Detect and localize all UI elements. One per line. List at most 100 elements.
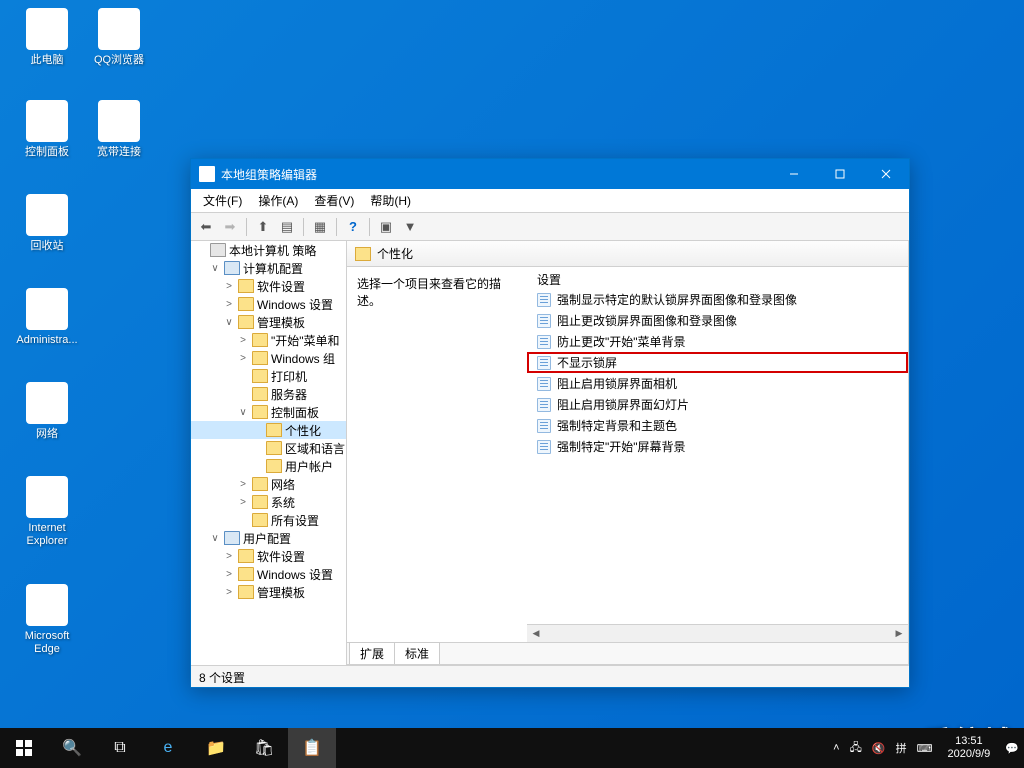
tab-standard[interactable]: 标准 [394,642,440,664]
setting-item[interactable]: 阻止启用锁屏界面幻灯片 [527,394,908,415]
setting-label: 强制特定"开始"屏幕背景 [557,438,686,455]
tree-item[interactable]: > Windows 组 [191,349,346,367]
menu-action[interactable]: 操作(A) [250,189,306,212]
tree-item[interactable]: >网络 [191,475,346,493]
desktop-icon-broadband[interactable]: 宽带连接 [84,100,154,159]
setting-item[interactable]: 不显示锁屏 [527,352,908,373]
setting-item[interactable]: 阻止更改锁屏界面图像和登录图像 [527,310,908,331]
tree-toggle-icon[interactable]: > [237,353,249,364]
forward-button[interactable]: ➡ [219,216,241,238]
filter-button[interactable]: ▣ [375,216,397,238]
tray-chevron-icon[interactable]: ˄ [828,742,844,754]
tray-network-icon[interactable]: 🖧 [845,739,867,758]
show-hide-tree-button[interactable]: ▤ [276,216,298,238]
tree-item[interactable]: ∨控制面板 [191,403,346,421]
network-icon [26,382,68,424]
tree-toggle-icon[interactable]: > [223,587,235,598]
policy-icon [537,314,551,328]
tree-toggle-icon[interactable]: ∨ [209,533,221,544]
desktop-icon-edge[interactable]: MicrosoftEdge [12,584,82,656]
tree-item[interactable]: 个性化 [191,421,346,439]
tree-item[interactable]: 所有设置 [191,511,346,529]
action-center-icon[interactable]: 💬 [1000,742,1024,755]
desktop-icon-label: 回收站 [12,240,82,253]
menu-help[interactable]: 帮助(H) [362,189,419,212]
tray-ime-icon[interactable]: 拼 [891,740,912,756]
settings-column-header[interactable]: 设置 [527,267,908,289]
setting-item[interactable]: 强制特定背景和主题色 [527,415,908,436]
tree-item-label: Windows 组 [271,350,335,367]
horizontal-scrollbar[interactable]: ◀ ▶ [527,624,908,642]
funnel-button[interactable]: ▼ [399,216,421,238]
taskbar-explorer[interactable]: 📁 [192,728,240,768]
tree-pane[interactable]: 本地计算机 策略∨计算机配置>软件设置>Windows 设置∨管理模板>"开始"… [191,241,347,665]
tree-item[interactable]: ∨用户配置 [191,529,346,547]
tree-toggle-icon[interactable]: > [237,497,249,508]
folder-icon [238,279,254,293]
policy-icon [537,419,551,433]
scroll-right-icon[interactable]: ▶ [890,626,908,642]
tree-item[interactable]: >软件设置 [191,277,346,295]
tree-toggle-icon[interactable]: > [237,335,249,346]
properties-button[interactable]: ▦ [309,216,331,238]
tree-item[interactable]: 打印机 [191,367,346,385]
tree-toggle-icon[interactable]: > [223,281,235,292]
setting-item[interactable]: 强制特定"开始"屏幕背景 [527,436,908,457]
desktop-icon-ie[interactable]: InternetExplorer [12,476,82,548]
setting-label: 强制特定背景和主题色 [557,417,677,434]
policy-icon [537,356,551,370]
taskbar-store[interactable]: 🛍 [240,728,288,768]
desktop-icon-administrator[interactable]: Administra... [12,288,82,347]
tree-item[interactable]: ∨计算机配置 [191,259,346,277]
setting-item[interactable]: 强制显示特定的默认锁屏界面图像和登录图像 [527,289,908,310]
menu-view[interactable]: 查看(V) [306,189,362,212]
tree-toggle-icon[interactable]: ∨ [223,317,235,328]
tree-item[interactable]: 用户帐户 [191,457,346,475]
desktop-icon-network[interactable]: 网络 [12,382,82,441]
tree-item[interactable]: >系统 [191,493,346,511]
task-view-button[interactable]: ⧉ [96,728,144,768]
desktop-icon-qq-browser[interactable]: QQ浏览器 [84,8,154,67]
comp-icon [224,531,240,545]
setting-item[interactable]: 防止更改"开始"菜单背景 [527,331,908,352]
taskbar-gpedit[interactable]: 📋 [288,728,336,768]
desktop-icon-recycle-bin[interactable]: 回收站 [12,194,82,253]
tree-toggle-icon[interactable]: > [223,569,235,580]
titlebar[interactable]: 本地组策略编辑器 [191,159,909,189]
help-button[interactable]: ? [342,216,364,238]
menu-file[interactable]: 文件(F) [195,189,250,212]
tree-item[interactable]: ∨管理模板 [191,313,346,331]
desktop-icon-this-pc[interactable]: 此电脑 [12,8,82,67]
start-button[interactable] [0,728,48,768]
maximize-button[interactable] [817,159,863,189]
search-button[interactable]: 🔍 [48,728,96,768]
tree-toggle-icon[interactable]: > [237,479,249,490]
tree-item[interactable]: 区域和语言 [191,439,346,457]
tree-toggle-icon[interactable]: > [223,299,235,310]
tray-volume-icon[interactable]: 🔇 [867,742,891,755]
folder-icon [238,567,254,581]
tree-item[interactable]: >Windows 设置 [191,565,346,583]
back-button[interactable]: ⬅ [195,216,217,238]
tray-keyboard-icon[interactable]: ⌨ [912,742,938,755]
administrator-icon [26,288,68,330]
tree-item[interactable]: >Windows 设置 [191,295,346,313]
tree-item[interactable]: 本地计算机 策略 [191,241,346,259]
tree-item[interactable]: >软件设置 [191,547,346,565]
taskbar: 🔍 ⧉ e 📁 🛍 📋 ˄ 🖧 🔇 拼 ⌨ 13:51 2020/9/9 💬 [0,728,1024,768]
up-button[interactable]: ⬆ [252,216,274,238]
tree-item[interactable]: 服务器 [191,385,346,403]
scroll-left-icon[interactable]: ◀ [527,626,545,642]
taskbar-clock[interactable]: 13:51 2020/9/9 [937,735,1000,761]
taskbar-edge[interactable]: e [144,728,192,768]
close-button[interactable] [863,159,909,189]
tree-toggle-icon[interactable]: ∨ [209,263,221,274]
tree-item[interactable]: >"开始"菜单和 [191,331,346,349]
tab-extended[interactable]: 扩展 [349,642,395,664]
minimize-button[interactable] [771,159,817,189]
desktop-icon-control-panel[interactable]: 控制面板 [12,100,82,159]
tree-item[interactable]: >管理模板 [191,583,346,601]
tree-toggle-icon[interactable]: > [223,551,235,562]
setting-item[interactable]: 阻止启用锁屏界面相机 [527,373,908,394]
tree-toggle-icon[interactable]: ∨ [237,407,249,418]
